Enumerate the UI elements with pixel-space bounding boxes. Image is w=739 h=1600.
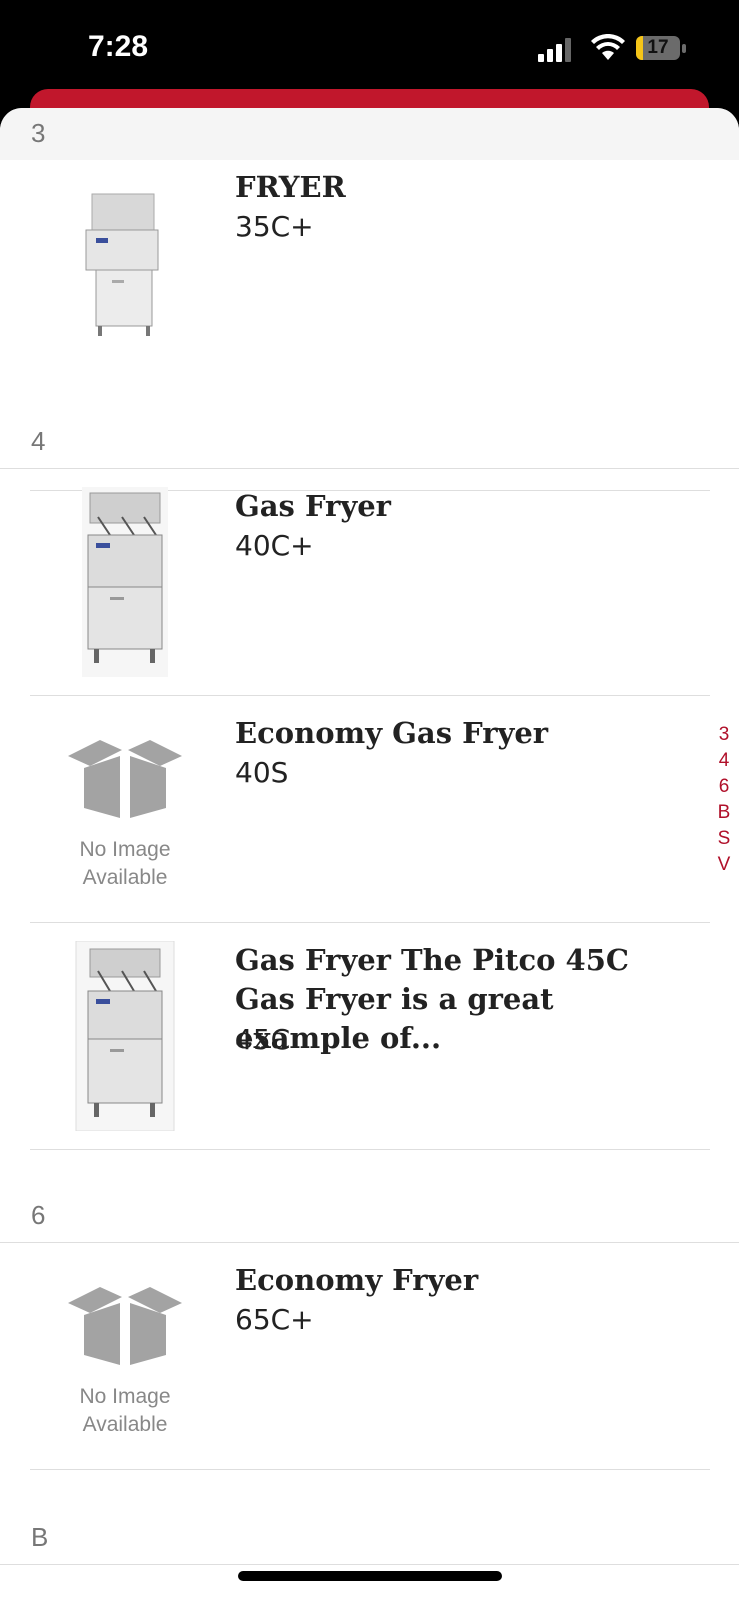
- section-header-4: 4: [0, 416, 739, 469]
- product-title: Economy Fryer: [235, 1263, 479, 1297]
- index-item-4[interactable]: 4: [710, 748, 738, 774]
- section-letter: 3: [31, 118, 46, 148]
- index-item-b[interactable]: B: [710, 800, 738, 826]
- section-header-6: 6: [0, 1190, 739, 1243]
- section-header-3: 3: [0, 108, 739, 160]
- no-image-box-icon: [68, 740, 182, 818]
- no-image-label: No Image Available: [79, 838, 171, 889]
- index-item-s[interactable]: S: [710, 826, 738, 852]
- product-row-gas-fryer-40c[interactable]: Gas Fryer 40C+: [0, 469, 739, 696]
- product-row-economy-fryer-65c[interactable]: No Image Available Economy Fryer 65C+: [0, 1243, 739, 1470]
- product-title: FRYER: [235, 170, 346, 204]
- product-list-sheet[interactable]: 3 FRYER 35C+ 4 Gas Fryer 40C+ No Image A…: [0, 108, 739, 1600]
- product-title: Economy Gas Fryer: [235, 716, 549, 750]
- gas-fryer-image: [82, 487, 168, 677]
- section-letter: 6: [31, 1200, 46, 1230]
- product-title: Gas Fryer: [235, 489, 391, 523]
- product-title: Gas Fryer The Pitco 45C Gas Fryer is a g…: [235, 943, 629, 1055]
- product-row-gas-fryer-45c[interactable]: Gas Fryer The Pitco 45C Gas Fryer is a g…: [0, 923, 739, 1150]
- battery-level: 17: [647, 37, 669, 58]
- product-row-economy-gas-fryer-40s[interactable]: No Image Available Economy Gas Fryer 40S: [0, 696, 739, 923]
- section-header-b: B: [0, 1512, 739, 1565]
- gas-fryer-image: [75, 941, 175, 1131]
- product-model: 40C+: [235, 529, 314, 562]
- no-image-label: No Image Available: [79, 1385, 171, 1436]
- fryer-image: [85, 193, 159, 336]
- index-item-6[interactable]: 6: [710, 774, 738, 800]
- product-model: 40S: [235, 756, 289, 789]
- battery-icon: 17: [636, 36, 686, 62]
- section-letter: B: [31, 1522, 49, 1552]
- product-model: 35C+: [235, 210, 314, 243]
- wifi-icon: [591, 34, 625, 60]
- status-time: 7:28: [88, 30, 149, 63]
- home-indicator[interactable]: [238, 1571, 502, 1581]
- index-item-3[interactable]: 3: [710, 722, 738, 748]
- section-letter: 4: [31, 426, 46, 456]
- product-model: 65C+: [235, 1303, 314, 1336]
- no-image-box-icon: [68, 1287, 182, 1365]
- status-bar: 7:28 17: [0, 0, 739, 100]
- section-index[interactable]: 3 4 6 B S V: [710, 722, 738, 878]
- index-item-v[interactable]: V: [710, 852, 738, 878]
- cellular-signal-icon: [538, 38, 571, 62]
- product-model: 45C: [235, 1023, 291, 1056]
